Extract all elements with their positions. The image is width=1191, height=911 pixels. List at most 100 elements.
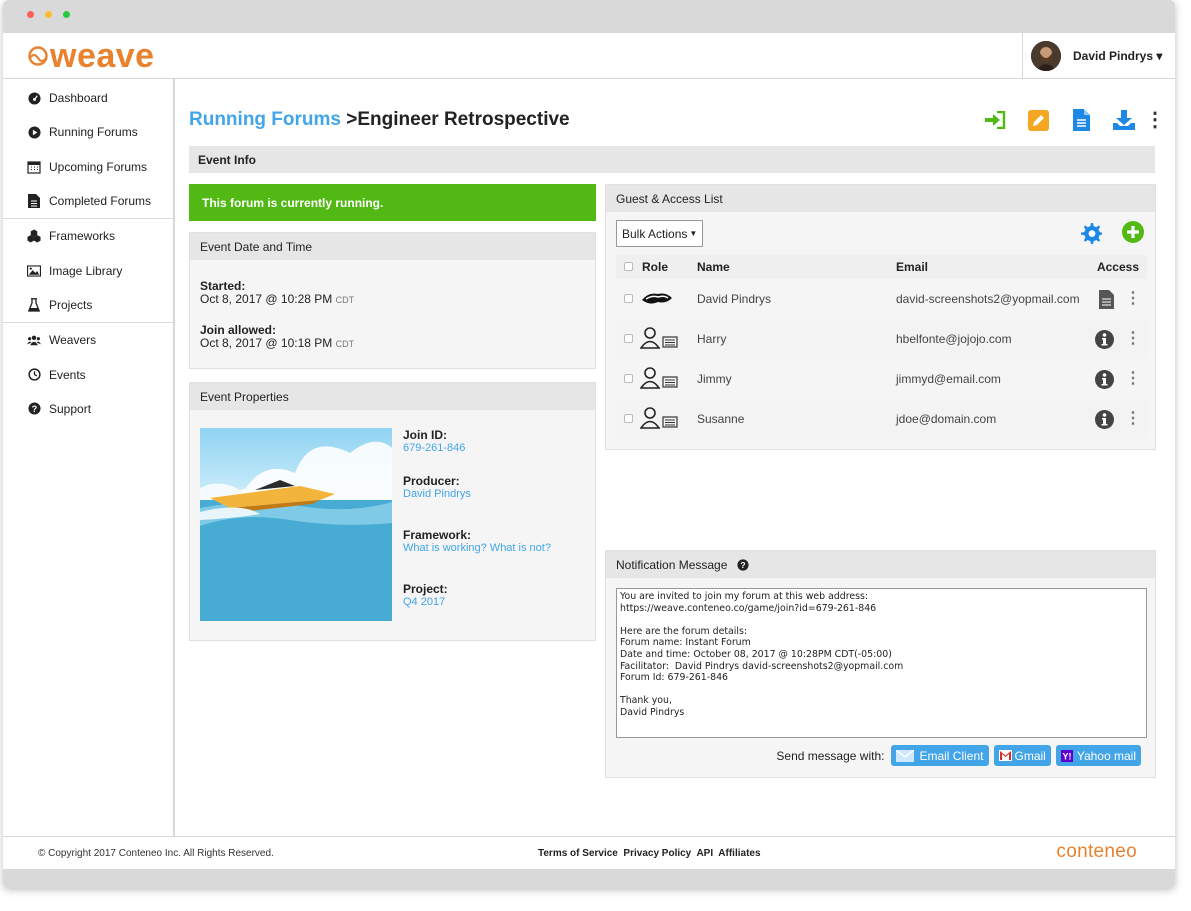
forum-report-button[interactable]: [1070, 109, 1092, 131]
column-header-role[interactable]: Role: [636, 255, 697, 279]
user-name: David Pindrys ▾: [1073, 48, 1163, 63]
sidebar-item-image-library[interactable]: Image Library: [3, 253, 173, 287]
project-link[interactable]: Q4 2017: [403, 596, 593, 608]
info-icon[interactable]: [1094, 409, 1114, 429]
sidebar: Dashboard Running Forums Upcoming Forums…: [3, 79, 174, 836]
zoom-window-button[interactable]: [63, 11, 70, 18]
gmail-button[interactable]: Gmail: [993, 745, 1051, 766]
page-actions: ⋮: [963, 109, 1165, 131]
email-client-button[interactable]: Email Client: [891, 745, 989, 766]
sidebar-item-support[interactable]: ? Support: [3, 392, 173, 426]
sidebar-item-dashboard[interactable]: Dashboard: [3, 81, 173, 115]
affiliates-link[interactable]: Affiliates: [718, 848, 760, 859]
status-text: This forum is currently running.: [202, 195, 384, 210]
breadcrumb-parent-link[interactable]: Running Forums: [189, 109, 341, 130]
sidebar-item-label: Image Library: [49, 263, 123, 278]
breadcrumb-separator: >: [346, 109, 358, 130]
panel-title: Event Date and Time: [190, 233, 595, 260]
logo-text: weave: [50, 37, 155, 75]
row-checkbox[interactable]: [624, 374, 633, 383]
sidebar-item-events[interactable]: Events: [3, 357, 173, 391]
sidebar-item-weavers[interactable]: Weavers: [3, 323, 173, 357]
notification-message-input[interactable]: You are invited to join my forum at this…: [616, 588, 1147, 738]
document-icon: [27, 194, 41, 209]
svg-text:?: ?: [741, 560, 746, 570]
guest-email: hbelfonte@jojojo.com: [896, 319, 1087, 359]
sidebar-item-label: Events: [49, 367, 86, 382]
document-icon: [1072, 109, 1090, 131]
app-window: weave David Pindrys ▾ Dashboard Running …: [3, 0, 1175, 888]
event-properties-panel: Event Properties Join ID: 679-261-846 Pr…: [189, 382, 596, 641]
column-header-email[interactable]: Email: [896, 255, 1087, 279]
row-menu-icon[interactable]: ⋮: [1125, 290, 1141, 307]
join-forum-button[interactable]: [984, 109, 1006, 131]
row-checkbox[interactable]: [624, 294, 633, 303]
join-timezone: CDT: [335, 339, 355, 349]
started-timezone: CDT: [335, 295, 355, 305]
settings-button[interactable]: [1080, 222, 1102, 247]
plus-circle-icon: [1122, 221, 1144, 243]
producer-label: Producer:: [403, 474, 460, 488]
producer-role-icon[interactable]: [640, 290, 674, 306]
info-icon[interactable]: [1094, 369, 1114, 389]
sidebar-item-upcoming-forums[interactable]: Upcoming Forums: [3, 150, 173, 184]
table-header-row: Role Name Email Access: [616, 255, 1147, 279]
row-menu-icon[interactable]: ⋮: [1125, 410, 1141, 427]
weave-logo[interactable]: weave: [28, 38, 155, 74]
row-menu-icon[interactable]: ⋮: [1125, 330, 1141, 347]
sidebar-item-frameworks[interactable]: Frameworks: [3, 219, 173, 253]
envelope-icon: [896, 749, 915, 762]
framework-link[interactable]: What is working? What is not?: [403, 542, 593, 554]
panel-title: Guest & Access List: [606, 185, 1155, 212]
svg-text:Y!: Y!: [1062, 751, 1071, 761]
bulk-actions-dropdown[interactable]: Bulk Actions ▼: [616, 220, 704, 247]
join-id-value[interactable]: 679-261-846: [403, 442, 593, 454]
guest-access-panel: Guest & Access List Bulk Actions ▼ Role N…: [605, 184, 1156, 450]
download-button[interactable]: [1113, 109, 1135, 131]
help-icon[interactable]: ?: [737, 558, 749, 571]
producer-link[interactable]: David Pindrys: [403, 488, 593, 500]
close-window-button[interactable]: [27, 11, 34, 18]
minimize-window-button[interactable]: [45, 11, 52, 18]
question-icon: ?: [27, 402, 41, 416]
column-header-name[interactable]: Name: [697, 255, 896, 279]
select-all-checkbox[interactable]: [624, 262, 633, 271]
copyright-text: © Copyright 2017 Conteneo Inc. All Right…: [38, 848, 274, 859]
sidebar-item-label: Projects: [49, 297, 93, 312]
api-link[interactable]: API: [696, 848, 713, 859]
info-icon[interactable]: [1094, 329, 1114, 349]
participant-role-icon[interactable]: [639, 406, 680, 429]
guest-name: Harry: [697, 319, 896, 359]
add-guest-button[interactable]: [1122, 221, 1144, 246]
sidebar-item-label: Running Forums: [49, 125, 138, 140]
sidebar-item-completed-forums[interactable]: Completed Forums: [3, 184, 173, 218]
main-content: Running Forums >Engineer Retrospective ⋮…: [175, 79, 1175, 836]
footer-links: Terms of Service Privacy Policy API Affi…: [538, 848, 761, 859]
row-menu-icon[interactable]: ⋮: [1125, 370, 1141, 387]
row-checkbox[interactable]: [624, 334, 633, 343]
gmail-icon: [998, 750, 1012, 761]
user-menu[interactable]: David Pindrys ▾: [1022, 33, 1175, 78]
email-client-label: Email Client: [919, 748, 984, 763]
guest-name: Jimmy: [697, 372, 732, 386]
privacy-policy-link[interactable]: Privacy Policy: [623, 848, 691, 859]
more-options-icon[interactable]: ⋮: [1145, 110, 1165, 130]
participant-role-icon[interactable]: [639, 366, 680, 389]
edit-forum-button[interactable]: [1027, 109, 1049, 131]
conteneo-logo[interactable]: conteneo: [1056, 841, 1137, 863]
column-header-access[interactable]: Access: [1087, 255, 1147, 279]
terms-of-service-link[interactable]: Terms of Service: [538, 848, 618, 859]
panel-title: Event Properties: [190, 383, 595, 410]
send-message-label: Send message with:: [776, 748, 885, 763]
row-checkbox[interactable]: [624, 414, 633, 423]
participant-role-icon[interactable]: [639, 326, 680, 349]
project-label: Project:: [403, 582, 448, 596]
svg-text:?: ?: [31, 404, 37, 414]
footer: © Copyright 2017 Conteneo Inc. All Right…: [3, 836, 1175, 869]
sidebar-item-projects[interactable]: Projects: [3, 288, 173, 322]
sidebar-item-running-forums[interactable]: Running Forums: [3, 115, 173, 149]
document-icon[interactable]: [1098, 289, 1114, 309]
framework-label: Framework:: [403, 528, 472, 542]
sidebar-item-label: Frameworks: [49, 229, 116, 244]
yahoo-mail-button[interactable]: Y! Yahoo mail: [1055, 745, 1141, 766]
